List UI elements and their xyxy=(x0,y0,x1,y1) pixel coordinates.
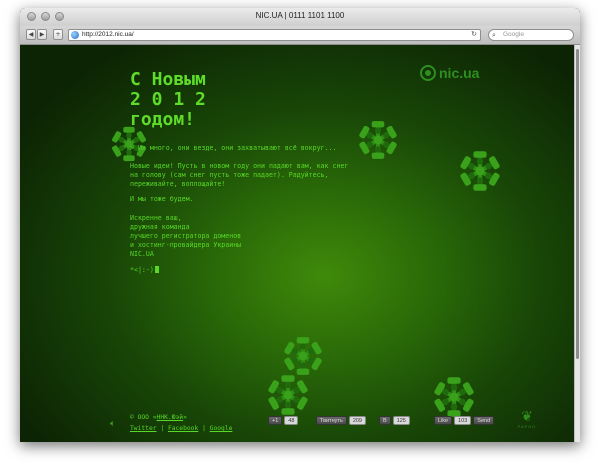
twitter-link[interactable]: Twitter xyxy=(130,425,157,432)
vk-count: 48 xyxy=(284,416,299,425)
footer: © ООО «ННК.Юэй» Twitter | Facebook | Goo… xyxy=(130,412,232,434)
snowflake-icon xyxy=(284,337,322,375)
vk-share-button[interactable]: +1 xyxy=(268,416,283,425)
copyright-suffix: » xyxy=(183,414,187,421)
intro-text: > Их много, они везде, они захватывают в… xyxy=(130,144,337,152)
link-separator: | xyxy=(160,425,165,432)
brand-logo[interactable]: ❦ PAPNO xyxy=(515,410,539,429)
vk-share: +1 48 xyxy=(268,416,299,425)
footer-links: Twitter | Facebook | Google xyxy=(130,423,232,434)
send-button[interactable]: Send xyxy=(473,416,495,425)
plus-icon: + xyxy=(55,31,61,38)
odnoklassniki-count: 125 xyxy=(392,416,410,425)
vertical-scrollbar[interactable] xyxy=(574,45,580,442)
scroll-thumb[interactable] xyxy=(576,49,579,359)
signature-text: Искренне ваш, дружная команда лучшего ре… xyxy=(130,214,242,258)
search-placeholder: Google xyxy=(503,31,524,38)
odnoklassniki-share: В 125 xyxy=(379,416,410,425)
facebook-link[interactable]: Facebook xyxy=(168,425,198,432)
same-text: И мы тоже будем. xyxy=(130,195,194,203)
page-content: С Новым 2 0 1 2 годом! nic.ua > Их много… xyxy=(20,45,574,442)
copyright-prefix: © ООО « xyxy=(130,414,157,421)
nic-ua-logo-icon xyxy=(420,65,436,81)
like-count: 103 xyxy=(454,416,472,425)
like-button[interactable]: Like xyxy=(434,416,453,425)
greeting-line: 2 0 1 2 xyxy=(130,89,206,110)
wish-text: Новые идеи! Пусть в новом году они падаю… xyxy=(130,162,349,188)
window-title: NIC.UA | 0111 1101 1100 xyxy=(255,11,345,20)
search-icon: ⌕ xyxy=(492,31,496,39)
emoticon-line: *<|:-) xyxy=(130,266,159,275)
forward-button[interactable]: ▶ xyxy=(37,29,47,40)
tweet-share: Твитнуть 209 xyxy=(316,416,366,425)
back-button[interactable]: ◀ xyxy=(26,29,36,40)
speaker-icon[interactable]: 🔈︎ xyxy=(110,419,115,429)
nic-ua-logo-text: nic.ua xyxy=(439,65,480,81)
snowflake-icon xyxy=(268,375,308,415)
snowflake-icon xyxy=(359,121,397,159)
snowflake-icon xyxy=(460,151,500,191)
snowflake-icon xyxy=(434,377,474,417)
link-separator: | xyxy=(202,425,206,432)
address-bar[interactable]: http://2012.nic.ua/ ↻ xyxy=(68,29,481,41)
brand-caption: PAPNO xyxy=(517,424,537,429)
globe-icon xyxy=(71,31,79,39)
reload-icon[interactable]: ↻ xyxy=(471,30,477,38)
back-arrow-icon: ◀ xyxy=(28,31,34,38)
greeting-line: С Новым xyxy=(130,69,206,90)
search-field[interactable]: ⌕ Google xyxy=(488,29,574,41)
company-link[interactable]: ННК.Юэй xyxy=(157,414,184,421)
url-text[interactable]: http://2012.nic.ua/ xyxy=(82,31,134,38)
greeting-line: годом! xyxy=(130,109,196,130)
odnoklassniki-button[interactable]: В xyxy=(379,416,391,425)
emoticon-text: *<|:-) xyxy=(130,266,154,274)
google-link[interactable]: Google xyxy=(210,425,233,432)
forward-arrow-icon: ▶ xyxy=(39,31,45,38)
title-bar: NIC.UA | 0111 1101 1100 xyxy=(20,8,580,27)
add-bookmark-button[interactable]: + xyxy=(53,29,63,40)
tweet-count: 209 xyxy=(348,416,366,425)
browser-window: NIC.UA | 0111 1101 1100 ◀ ▶ + http://201… xyxy=(20,8,580,442)
copyright-line: © ООО «ННК.Юэй» xyxy=(130,412,232,423)
text-cursor xyxy=(154,266,159,273)
browser-toolbar: ◀ ▶ + http://2012.nic.ua/ ↻ ⌕ Google xyxy=(20,26,580,45)
facebook-share: Like 103 Send xyxy=(434,416,495,425)
nic-ua-logo[interactable]: nic.ua xyxy=(420,65,479,81)
leaf-icon: ❦ xyxy=(521,409,533,425)
greeting-heading: С Новым 2 0 1 2 годом! xyxy=(130,70,206,130)
tweet-button[interactable]: Твитнуть xyxy=(316,416,347,425)
